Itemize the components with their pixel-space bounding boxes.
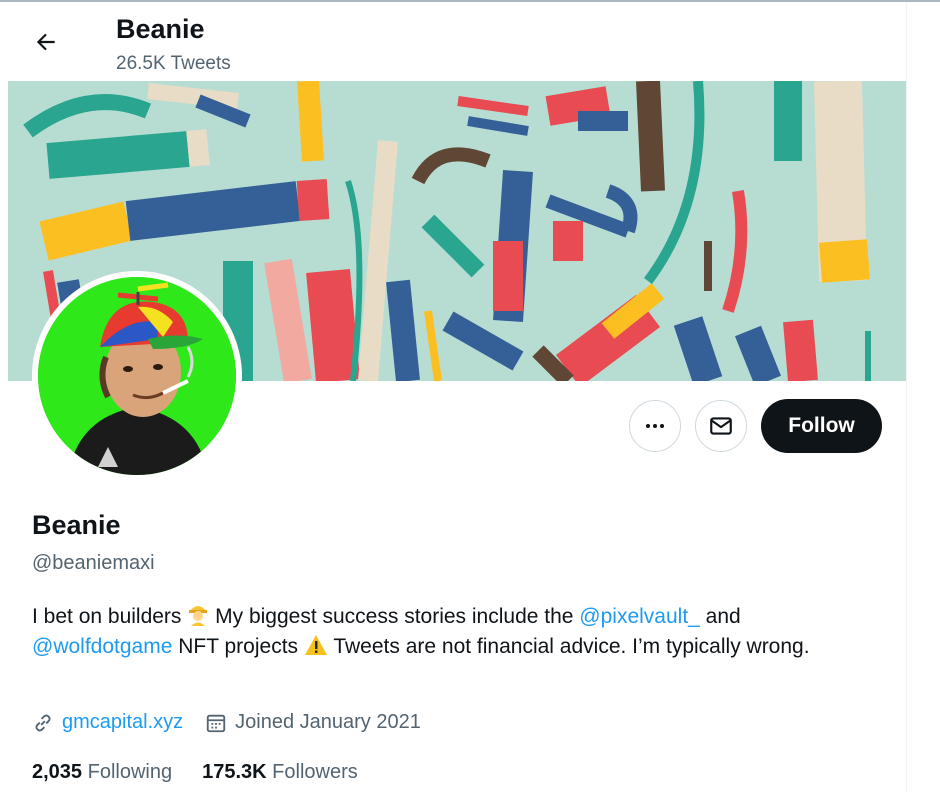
profile-meta: gmcapital.xyz Joined January 2021: [32, 711, 443, 734]
followers-link[interactable]: 175.3K Followers: [202, 761, 358, 784]
more-options-button[interactable]: [629, 400, 681, 452]
profile-handle: @beaniemaxi: [32, 552, 155, 574]
website-link[interactable]: gmcapital.xyz: [62, 711, 183, 734]
profile-column: Beanie 26.5K Tweets Follow Beanie @beani…: [8, 2, 907, 792]
joined-item: Joined January 2021: [205, 711, 421, 734]
avatar-frame: [32, 271, 242, 481]
bio-text: NFT projects: [172, 635, 304, 658]
profile-name: Beanie: [32, 510, 121, 540]
warning-emoji-icon: [304, 635, 327, 655]
bio-text: Tweets are not financial advice. I’m typ…: [333, 635, 810, 658]
following-link[interactable]: 2,035 Following: [32, 761, 172, 784]
avatar[interactable]: [38, 277, 236, 475]
avatar-illustration: [38, 277, 236, 475]
followers-count: 175.3K: [202, 761, 267, 783]
header-title: Beanie: [116, 14, 205, 44]
construction-worker-emoji-icon: [189, 606, 208, 626]
back-button[interactable]: [28, 24, 64, 60]
joined-date: Joined January 2021: [235, 711, 421, 733]
calendar-icon: [206, 714, 226, 732]
profile-stats: 2,035 Following 175.3K Followers: [32, 761, 388, 784]
bio-text: and: [699, 605, 741, 628]
link-icon: [35, 714, 51, 731]
follow-button[interactable]: Follow: [761, 399, 882, 453]
more-icon: [646, 424, 664, 428]
profile-bio: I bet on builders My biggest success sto…: [32, 602, 852, 662]
message-button[interactable]: [695, 400, 747, 452]
tweets-count: 26.5K Tweets: [116, 53, 231, 74]
mention-link[interactable]: @pixelvault_: [579, 605, 700, 628]
mention-link[interactable]: @wolfdotgame: [32, 635, 172, 658]
following-label: Following: [87, 761, 173, 783]
back-arrow-icon: [36, 33, 55, 51]
website-item: gmcapital.xyz: [32, 711, 183, 734]
bio-text: My biggest success stories include the: [215, 605, 580, 628]
following-count: 2,035: [32, 761, 83, 783]
bio-text: I bet on builders: [32, 605, 182, 628]
envelope-icon: [710, 417, 732, 435]
followers-label: Followers: [272, 761, 358, 783]
